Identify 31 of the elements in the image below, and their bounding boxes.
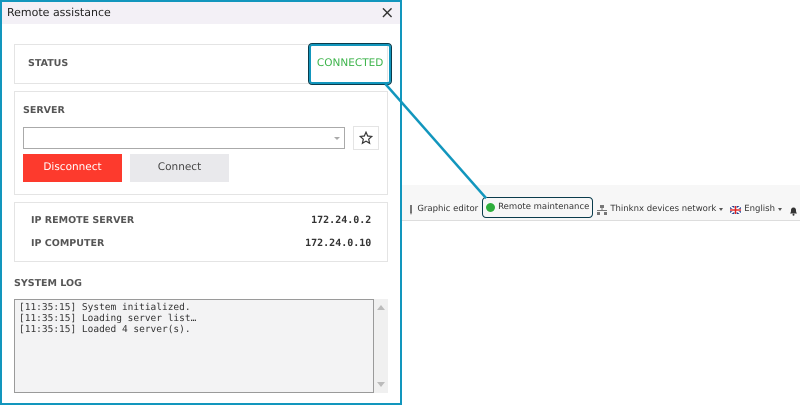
- status-value: CONNECTED: [308, 44, 392, 84]
- connect-button[interactable]: Connect: [130, 154, 229, 182]
- caret-icon: [334, 136, 340, 140]
- info-value: 172.24.0.2: [311, 214, 372, 228]
- window-title: Remote assistance: [7, 4, 111, 21]
- log-line: [11:35:15] Loaded 4 server(s).: [19, 324, 192, 334]
- scroll-down-icon[interactable]: [377, 382, 386, 387]
- favorite-button[interactable]: [353, 126, 380, 150]
- info-value: 172.24.0.10: [305, 237, 372, 252]
- star-icon: [359, 131, 374, 146]
- toolbar-item[interactable]: English: [728, 202, 784, 217]
- status-label: STATUS: [28, 56, 68, 71]
- server-label: SERVER: [23, 104, 66, 118]
- server-dropdown[interactable]: [23, 127, 346, 150]
- network-icon: [597, 204, 608, 215]
- toolbar-item[interactable]: Thinknx devices network: [595, 202, 726, 217]
- flag-icon: [730, 206, 742, 214]
- log-line: [11:35:15] System initialized.: [19, 302, 192, 312]
- log-label: SYSTEM LOG: [14, 277, 83, 292]
- toolbar-item[interactable]: Remote maintenance: [483, 198, 592, 217]
- close-button[interactable]: ×: [380, 4, 394, 22]
- toolbar-item[interactable]: Graphic editor: [406, 202, 480, 217]
- scroll-up-icon[interactable]: [377, 304, 386, 310]
- info-label: IP REMOTE SERVER: [31, 214, 134, 228]
- bell-icon: [789, 206, 798, 216]
- scrollbar[interactable]: [374, 298, 388, 393]
- log-line: [11:35:15] Loading server list…: [19, 312, 198, 324]
- notifications-button[interactable]: [787, 205, 800, 217]
- info-label: IP COMPUTER: [31, 236, 104, 251]
- pencil-icon: [408, 204, 414, 215]
- disconnect-button[interactable]: Disconnect: [23, 154, 122, 182]
